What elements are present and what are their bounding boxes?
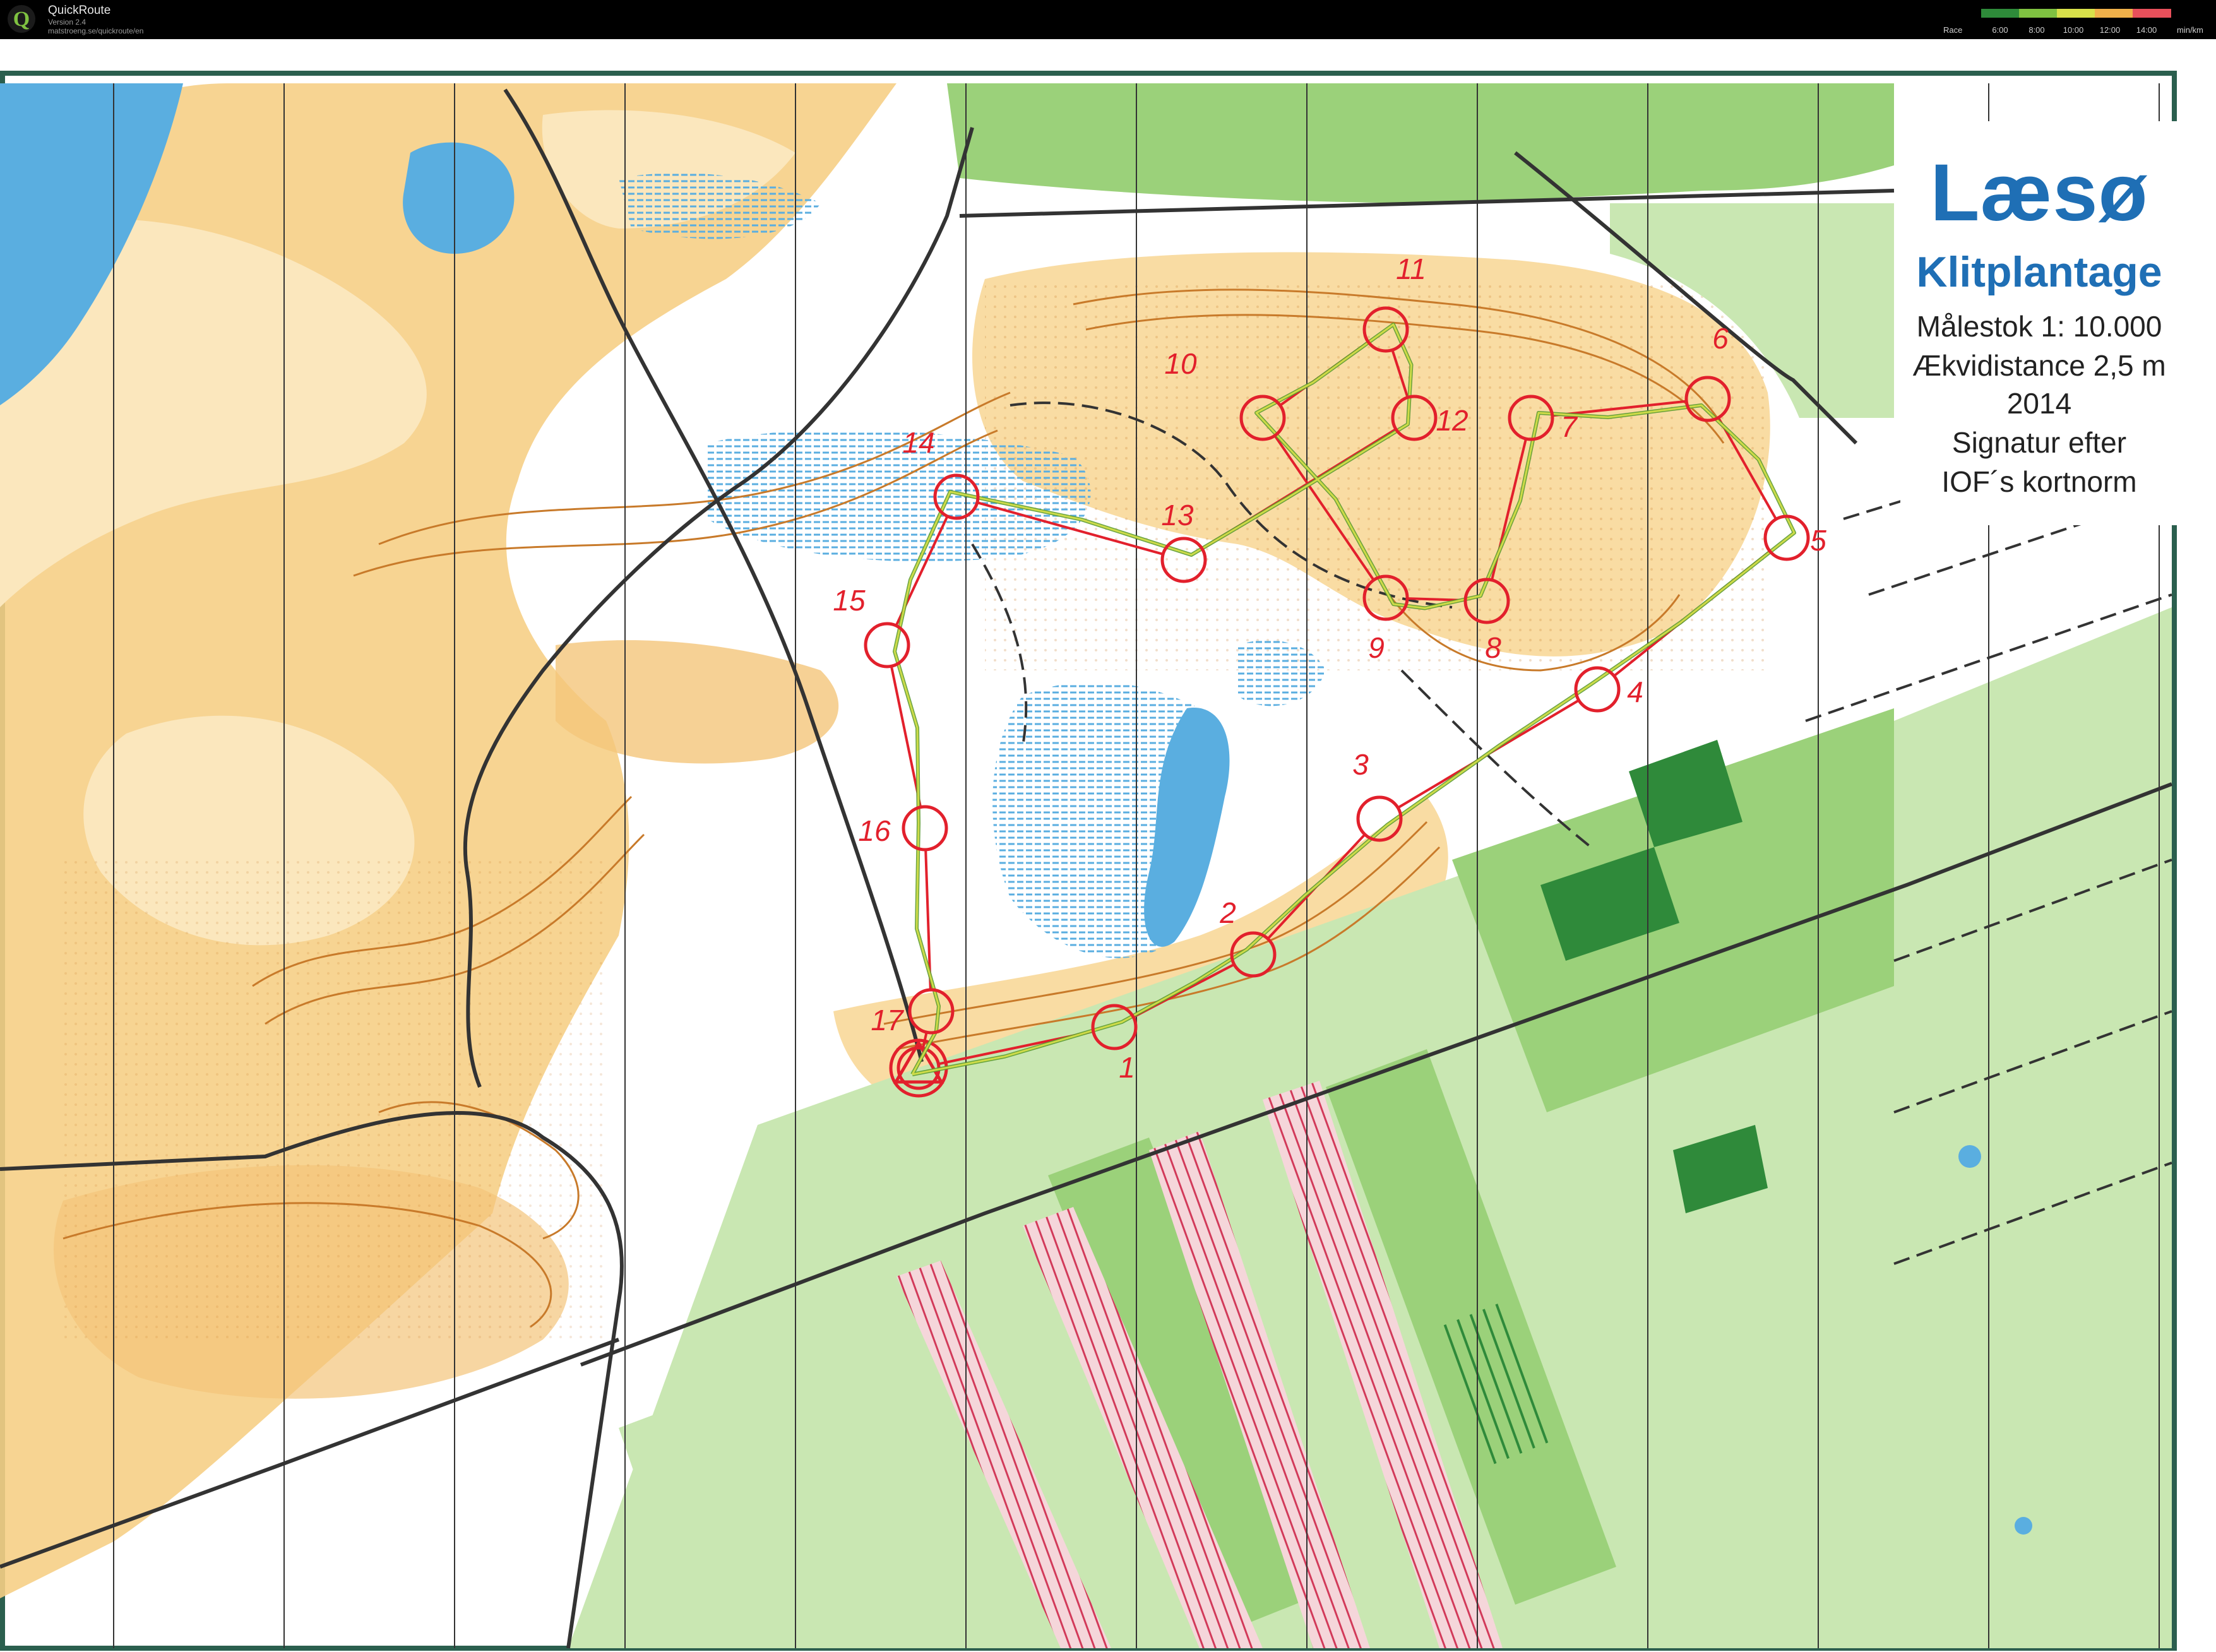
control-number: 16 [858,814,891,847]
pace-legend-unit: min/km [2177,25,2203,35]
map-subtitle: Klitplantage [1916,248,2162,296]
app-header: Q QuickRoute Version 2.4 matstroeng.se/q… [0,0,2216,39]
control-number: 3 [1352,748,1369,781]
pace-ticks: 6:00 8:00 10:00 12:00 14:00 [1992,25,2157,35]
control-number: 5 [1810,524,1826,557]
pace-color-segment [2057,9,2095,18]
pace-color-segment [2019,9,2058,18]
dune-dots-sw [63,860,606,1340]
quickroute-logo-icon: Q [8,5,35,33]
pace-tick-label: 12:00 [2100,25,2121,35]
control-number: 11 [1396,253,1426,285]
control-number: 15 [833,584,866,617]
quickroute-window: Q QuickRoute Version 2.4 matstroeng.se/q… [0,0,2216,1652]
control-number: 17 [871,1004,904,1037]
pond-east [1958,1145,1981,1168]
pace-color-segment [2133,9,2171,18]
pace-tick-label: 14:00 [2136,25,2157,35]
pace-tick-label: 10:00 [2063,25,2084,35]
marsh-north [707,429,1091,562]
map-scale: Målestok 1: 10.000 [1916,310,2162,343]
app-name: QuickRoute [48,4,111,17]
svg-text:Q: Q [13,8,30,31]
app-version: Version 2.4 [48,18,86,27]
forest-northeast [947,83,1894,203]
control-number: 4 [1627,675,1643,708]
control-number: 6 [1712,322,1729,355]
map-legend-box: Læsø Klitplantage Målestok 1: 10.000 Ækv… [1900,121,2178,525]
control-number: 12 [1436,404,1468,437]
control-number: 14 [902,426,934,459]
pace-color-segment [1981,9,2020,18]
map-year: 2014 [2006,387,2072,420]
pace-legend-label: Race [1943,25,1962,35]
pace-tick-label: 6:00 [1992,25,2008,35]
control-number: 2 [1219,896,1236,929]
control-number: 7 [1561,410,1578,443]
pace-color-segment [2095,9,2133,18]
control-number: 8 [1485,631,1501,664]
contour-interval: Ækvidistance 2,5 m [1912,349,2166,382]
map-title: Læsø [1930,148,2148,238]
symbol-norm-line2: IOF´s kortnorm [1941,465,2137,498]
control-number: 9 [1368,631,1385,664]
orienteering-map[interactable]: 1 2 3 4 5 6 7 8 9 10 11 12 13 14 15 16 17 Læsø Klitplant… [0,39,2216,1652]
pace-legend: Race 6:00 8:00 10:00 12:00 14:00 min/km [1943,9,2203,35]
lake-nw [403,142,515,254]
map-canvas[interactable]: 1234567891011121314151617 [0,39,2216,1652]
control-number: 1 [1119,1051,1135,1084]
app-url[interactable]: matstroeng.se/quickroute/en [48,27,143,35]
pace-color-bar [1981,9,2171,18]
control-number: 10 [1164,347,1197,380]
symbol-norm-line1: Signatur efter [1951,426,2127,459]
pace-tick-label: 8:00 [2028,25,2044,35]
control-number: 13 [1161,499,1194,532]
pond-se [2015,1517,2032,1535]
